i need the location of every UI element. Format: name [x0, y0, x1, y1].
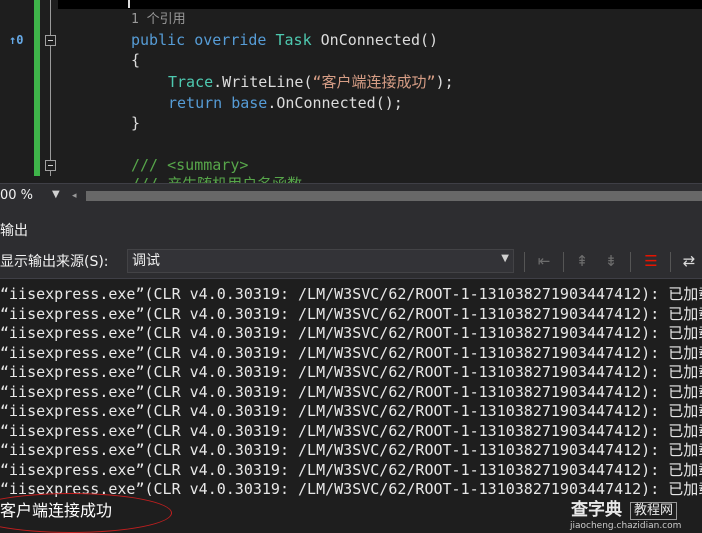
toolbar-separator: [670, 252, 671, 272]
change-tracking-bar: [34, 0, 40, 176]
statement-end: );: [435, 73, 454, 91]
collapse-icon[interactable]: [45, 35, 56, 46]
horizontal-scrollbar[interactable]: [86, 191, 702, 201]
clear-all-icon[interactable]: ☰: [641, 252, 661, 270]
toolbar-separator: [630, 252, 631, 272]
text-cursor: [128, 0, 130, 8]
log-line: “iisexpress.exe”(CLR v4.0.30319: /LM/W3S…: [0, 285, 702, 303]
output-source-select[interactable]: 调试 ▼: [127, 249, 514, 273]
method-call: .WriteLine(: [213, 73, 313, 91]
watermark-url: jiaocheng.chazidian.com: [570, 521, 682, 531]
code-line-signature[interactable]: public override Task OnConnected(): [131, 31, 438, 49]
toolbar-separator: [563, 252, 564, 272]
source-label: 显示输出来源(S):: [0, 254, 109, 270]
chevron-down-icon[interactable]: ▼: [52, 189, 60, 200]
log-line: “iisexpress.exe”(CLR v4.0.30319: /LM/W3S…: [0, 363, 702, 381]
code-editor[interactable]: ↑0 1 个引用 public override Task OnConnecte…: [0, 0, 702, 183]
log-line: “iisexpress.exe”(CLR v4.0.30319: /LM/W3S…: [0, 324, 702, 342]
word-wrap-icon[interactable]: ⇄: [679, 252, 699, 270]
method-call: .OnConnected();: [267, 94, 403, 112]
code-line-close-brace[interactable]: }: [131, 114, 140, 132]
log-line: “iisexpress.exe”(CLR v4.0.30319: /LM/W3S…: [0, 402, 702, 420]
editor-status-strip: 00 % ▼ ◂: [0, 183, 702, 208]
output-panel-header: 输出: [0, 218, 702, 244]
log-line: “iisexpress.exe”(CLR v4.0.30319: /LM/W3S…: [0, 441, 702, 459]
codelens-references[interactable]: 1 个引用: [131, 11, 186, 29]
collapse-icon[interactable]: [45, 160, 56, 171]
goto-previous-icon[interactable]: ⇤: [534, 252, 554, 270]
output-log[interactable]: “iisexpress.exe”(CLR v4.0.30319: /LM/W3S…: [0, 279, 702, 533]
code-line-trace[interactable]: Trace.WriteLine(“客户端连接成功”);: [168, 73, 454, 91]
output-source-value: 调试: [132, 253, 160, 269]
goto-next-icon[interactable]: ⇞: [572, 252, 592, 270]
panel-splitter[interactable]: [0, 208, 702, 218]
outline-guide: [50, 0, 51, 176]
output-toolbar: 显示输出来源(S): 调试 ▼ ⇤ ⇞ ⇟ ☰ ⇄: [0, 244, 702, 279]
override-indicator-icon[interactable]: ↑0: [9, 33, 23, 47]
scroll-left-icon[interactable]: ◂: [72, 191, 84, 201]
code-comment-summary[interactable]: /// <summary>: [131, 156, 248, 174]
log-line: “iisexpress.exe”(CLR v4.0.30319: /LM/W3S…: [0, 421, 702, 440]
editor-top-edge: [58, 0, 702, 9]
keyword-base: base: [231, 94, 268, 112]
output-panel-title: 输出: [0, 223, 28, 239]
class-trace: Trace: [168, 73, 214, 91]
site-watermark: 查字典 教程网 jiaocheng.chazidian.com: [566, 500, 702, 533]
log-line: “iisexpress.exe”(CLR v4.0.30319: /LM/W3S…: [0, 343, 702, 362]
log-line: “iisexpress.exe”(CLR v4.0.30319: /LM/W3S…: [0, 304, 702, 323]
keyword-return: return: [168, 94, 223, 112]
string-literal: “客户端连接成功”: [312, 73, 436, 91]
toolbar-separator: [524, 252, 525, 272]
keyword-public: public: [131, 31, 186, 49]
keyword-override: override: [194, 31, 267, 49]
zoom-level[interactable]: 00 %: [0, 188, 33, 204]
code-line-return[interactable]: return base.OnConnected();: [168, 94, 403, 112]
chevron-down-icon[interactable]: ▼: [501, 253, 509, 264]
log-line: “iisexpress.exe”(CLR v4.0.30319: /LM/W3S…: [0, 460, 702, 479]
method-name: OnConnected(): [320, 31, 439, 49]
watermark-main: 查字典: [571, 500, 622, 520]
code-comment-partial[interactable]: /// 产生随机用户名函数: [131, 175, 302, 183]
goto-last-icon[interactable]: ⇟: [601, 252, 621, 270]
log-line: “iisexpress.exe”(CLR v4.0.30319: /LM/W3S…: [0, 382, 702, 401]
type-task: Task: [275, 31, 312, 49]
watermark-box: 教程网: [630, 502, 678, 520]
annotation-ellipse: [0, 493, 172, 533]
code-line-open-brace[interactable]: {: [131, 51, 140, 69]
